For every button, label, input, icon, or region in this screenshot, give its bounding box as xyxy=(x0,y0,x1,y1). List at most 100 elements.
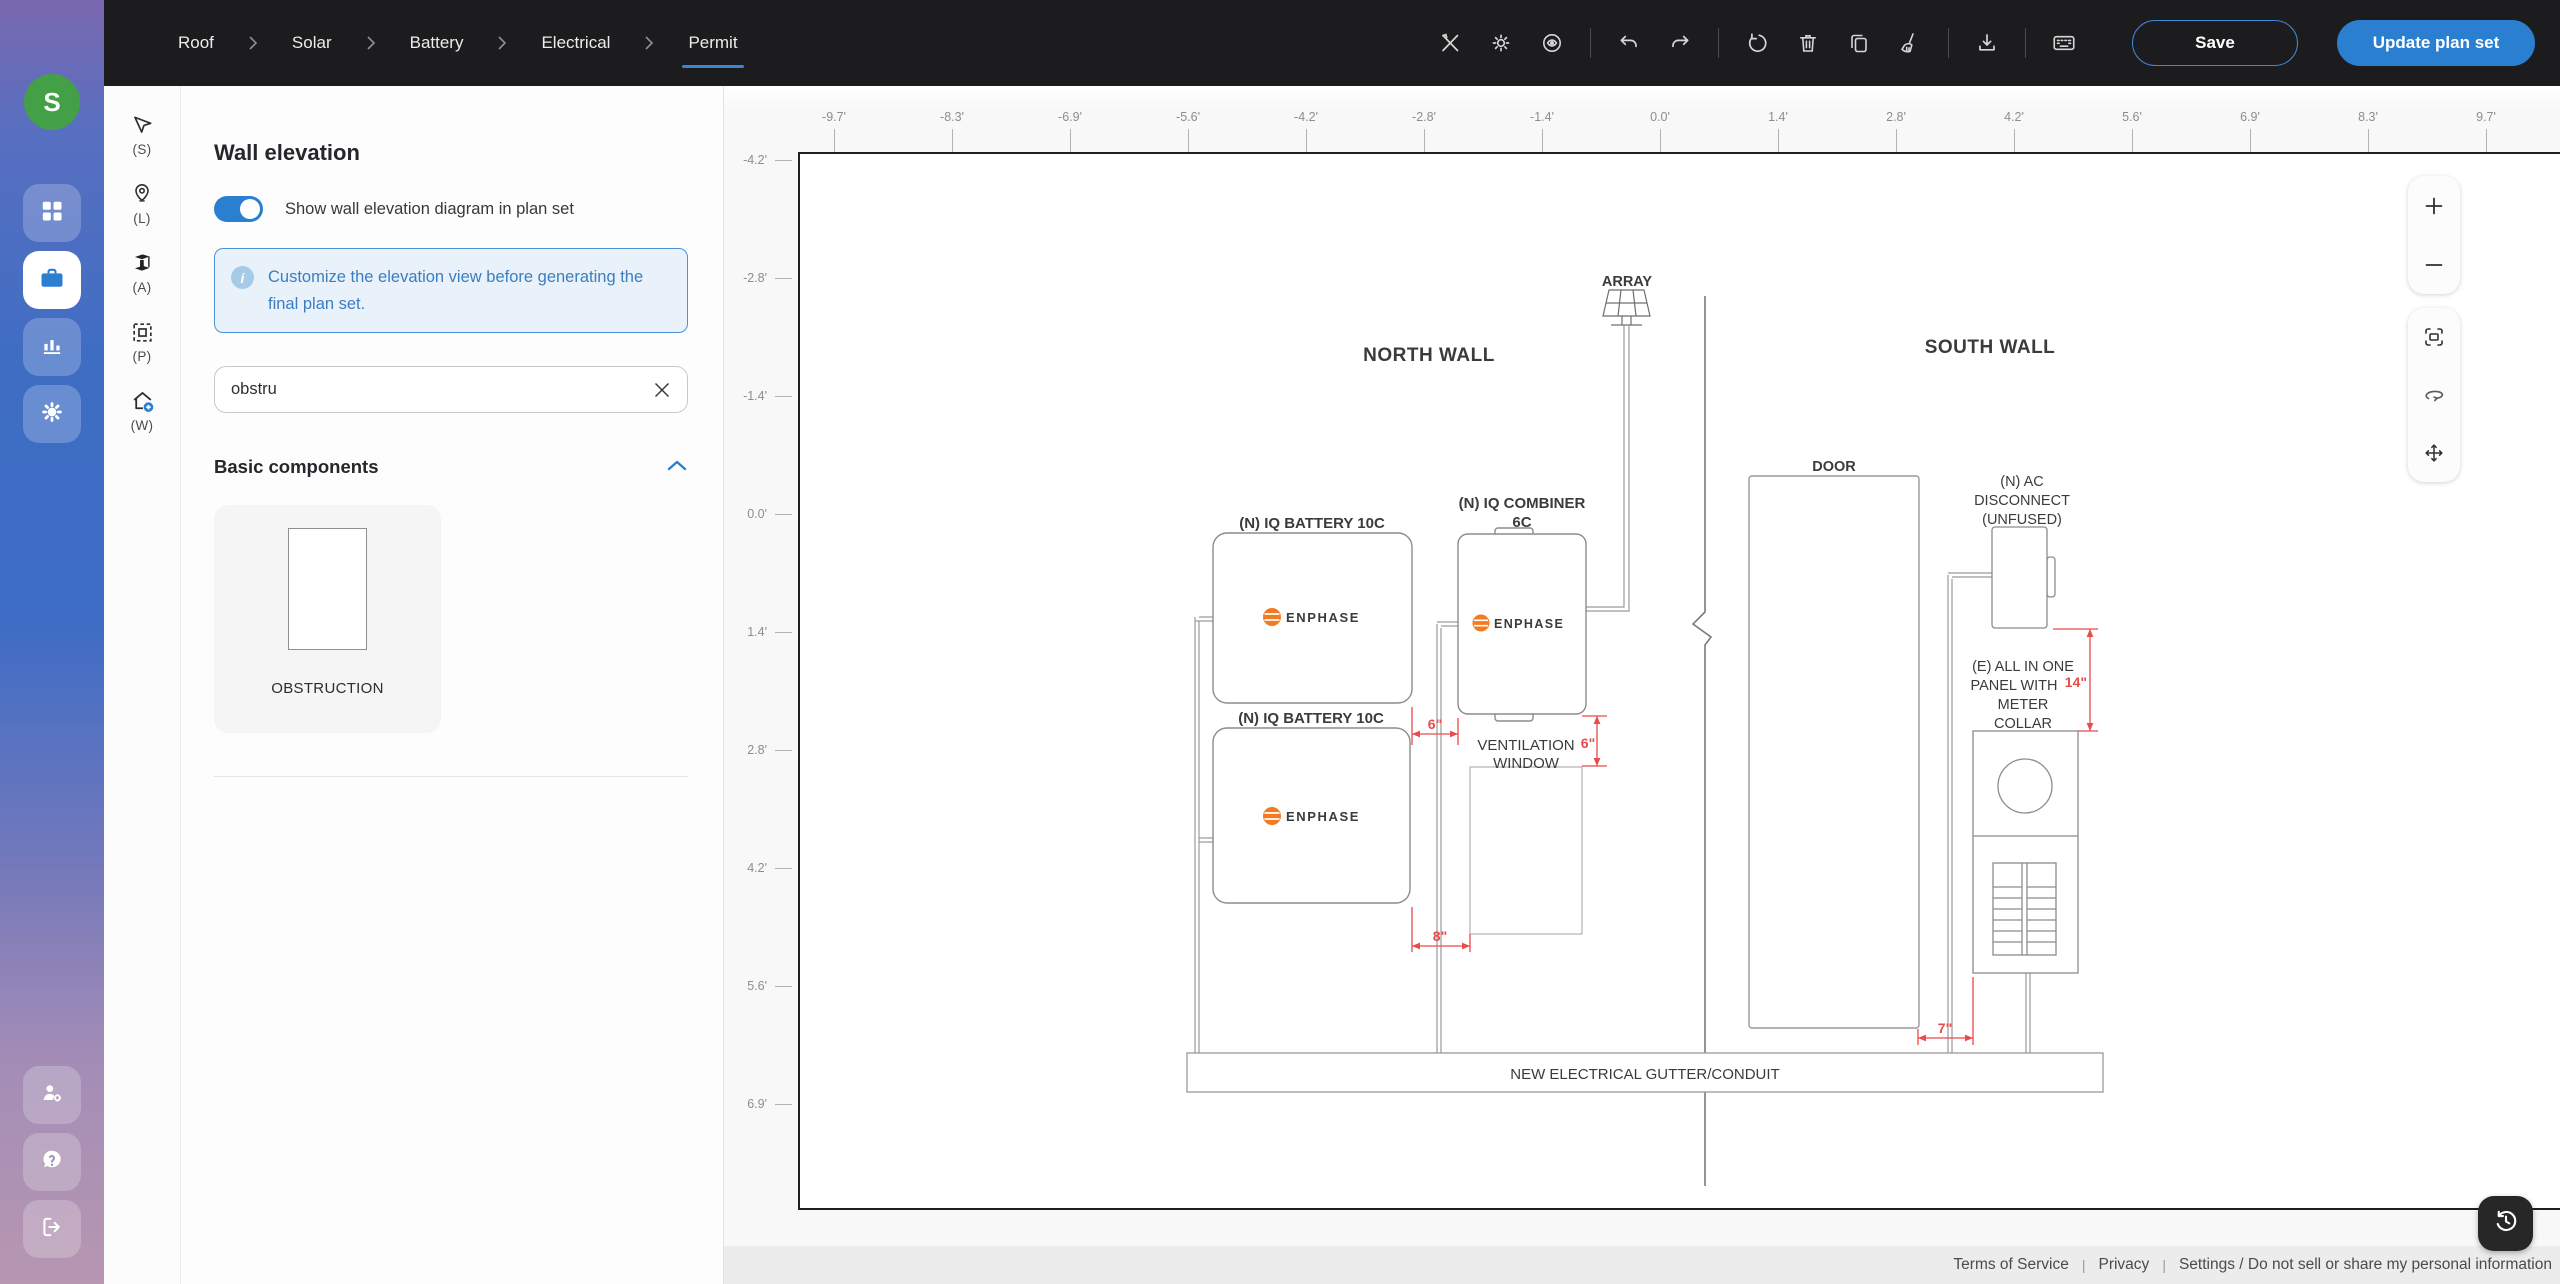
page-title: Wall elevation xyxy=(214,140,688,166)
ruler-x-label: -6.9' xyxy=(1058,110,1082,124)
show-elevation-toggle[interactable] xyxy=(214,196,263,222)
keyboard-shortcuts-icon[interactable] xyxy=(2051,30,2077,56)
ruler-y-tick xyxy=(775,750,792,751)
ruler-x-label: 5.6' xyxy=(2122,110,2142,124)
update-plan-set-button[interactable]: Update plan set xyxy=(2337,20,2535,66)
svg-text:ENPHASE: ENPHASE xyxy=(1494,617,1564,631)
section-title: Basic components xyxy=(214,456,379,478)
ruler-x-tick xyxy=(2250,129,2251,152)
privacy-settings-link[interactable]: Settings / Do not sell or share my perso… xyxy=(2179,1256,2552,1274)
save-button[interactable]: Save xyxy=(2132,20,2298,66)
wall-elevation-diagram: ENPHASE ENPHASE ENPHASE NORTH WALL SOUTH… xyxy=(798,152,2560,1210)
info-icon: i xyxy=(231,266,254,289)
sidebar-item-help[interactable] xyxy=(23,1133,81,1191)
clean-up-broom-icon[interactable] xyxy=(1897,30,1923,56)
ac-disconnect-label: (N) AC xyxy=(2000,474,2044,490)
breadcrumb-electrical[interactable]: Electrical xyxy=(541,33,610,53)
door-rect[interactable] xyxy=(1749,476,1919,1028)
privacy-link[interactable]: Privacy xyxy=(2098,1256,2149,1274)
help-icon xyxy=(39,1147,65,1178)
breadcrumb-permit[interactable]: Permit xyxy=(688,33,737,53)
tool-location[interactable]: (L) xyxy=(130,179,154,226)
ruler-x-tick xyxy=(1660,129,1661,152)
ruler-x-tick xyxy=(2486,129,2487,152)
tool-key-label: (A) xyxy=(133,280,152,295)
download-icon[interactable] xyxy=(1974,30,2000,56)
avatar[interactable]: S xyxy=(24,74,80,130)
dim-6in-vent: 6" xyxy=(1581,735,1595,751)
breadcrumb-solar[interactable]: Solar xyxy=(292,33,332,53)
panel-label: PANEL WITH xyxy=(1970,678,2057,694)
breadcrumb-separator-icon xyxy=(366,35,376,51)
header-toolbar: Save Update plan set xyxy=(1437,20,2560,66)
ventilation-window-rect[interactable] xyxy=(1470,767,1582,934)
tool-select[interactable]: (S) xyxy=(130,110,155,157)
breadcrumb-roof[interactable]: Roof xyxy=(178,33,214,53)
ruler-y-tick xyxy=(775,868,792,869)
ruler-x-label: 8.3' xyxy=(2358,110,2378,124)
collapse-chevron-icon[interactable] xyxy=(666,458,688,477)
tool-placement[interactable]: (P) xyxy=(130,317,155,364)
orbit-button[interactable] xyxy=(2414,377,2454,413)
pan-button[interactable] xyxy=(2414,435,2454,471)
sidebar-item-analytics[interactable] xyxy=(23,318,81,376)
zoom-out-button[interactable] xyxy=(2414,247,2454,283)
toggle-knob xyxy=(240,199,260,219)
tool-structural[interactable]: (A) xyxy=(129,248,155,295)
ruler-x-tick xyxy=(2368,129,2369,152)
all-in-one-panel[interactable] xyxy=(1973,731,2078,973)
clear-search-icon[interactable] xyxy=(651,379,673,401)
panel-label: (E) ALL IN ONE xyxy=(1972,659,2074,675)
vent-label: WINDOW xyxy=(1493,755,1560,772)
fit-to-screen-button[interactable] xyxy=(2414,319,2454,355)
ruler-x-label: -9.7' xyxy=(822,110,846,124)
location-pin-icon xyxy=(130,179,154,209)
bar-chart-icon xyxy=(39,332,65,363)
component-label: OBSTRUCTION xyxy=(271,680,383,697)
duplicate-icon[interactable] xyxy=(1846,30,1872,56)
undo-icon[interactable] xyxy=(1616,30,1642,56)
ruler-x-tick xyxy=(834,129,835,152)
sidebar-item-account[interactable] xyxy=(23,1066,81,1124)
elevation-canvas[interactable]: -9.7'-8.3'-6.9'-5.6'-4.2'-2.8'-1.4'0.0'1… xyxy=(724,86,2560,1284)
ruler-x-label: -1.4' xyxy=(1530,110,1554,124)
terms-link[interactable]: Terms of Service xyxy=(1953,1256,2068,1274)
rotate-reset-icon[interactable] xyxy=(1744,30,1770,56)
door-label: DOOR xyxy=(1812,459,1856,475)
ruler-x-tick xyxy=(2014,129,2015,152)
breadcrumb-battery[interactable]: Battery xyxy=(410,33,464,53)
tool-rail: (S) (L) (A) (P) (W) xyxy=(104,86,181,1284)
design-tools-icon[interactable] xyxy=(1437,30,1463,56)
settings-gear-icon[interactable] xyxy=(1488,30,1514,56)
sidebar-item-logout[interactable] xyxy=(23,1200,81,1258)
toolbar-divider xyxy=(1948,28,1949,58)
zoom-toolbar xyxy=(2408,176,2460,294)
ruler-y-tick xyxy=(775,396,792,397)
component-obstruction[interactable]: OBSTRUCTION xyxy=(214,505,441,733)
ruler-x-label: -2.8' xyxy=(1412,110,1436,124)
version-history-button[interactable] xyxy=(2478,1196,2533,1251)
toolbar-divider xyxy=(1590,28,1591,58)
ruler-y-label: 5.6' xyxy=(724,979,767,993)
structural-beam-icon xyxy=(129,248,155,278)
array-symbol[interactable] xyxy=(1603,290,1650,325)
sidebar-item-projects[interactable] xyxy=(23,251,81,309)
active-tab-underline xyxy=(682,65,743,68)
component-search xyxy=(214,366,688,413)
array-label: ARRAY xyxy=(1602,274,1653,290)
ac-disconnect-box[interactable] xyxy=(1992,527,2055,628)
ruler-y-tick xyxy=(775,514,792,515)
sidebar-item-settings[interactable] xyxy=(23,385,81,443)
delete-trash-icon[interactable] xyxy=(1795,30,1821,56)
search-input[interactable] xyxy=(231,380,651,399)
tool-key-label: (P) xyxy=(133,349,152,364)
tool-add-wall[interactable]: (W) xyxy=(129,386,156,433)
preview-eye-icon[interactable] xyxy=(1539,30,1565,56)
breadcrumb-separator-icon xyxy=(248,35,258,51)
toolbar-divider xyxy=(1718,28,1719,58)
ac-disconnect-label: DISCONNECT xyxy=(1974,493,2070,509)
zoom-in-button[interactable] xyxy=(2414,188,2454,224)
sidebar-item-apps[interactable] xyxy=(23,184,81,242)
redo-icon[interactable] xyxy=(1667,30,1693,56)
tool-key-label: (S) xyxy=(133,142,152,157)
